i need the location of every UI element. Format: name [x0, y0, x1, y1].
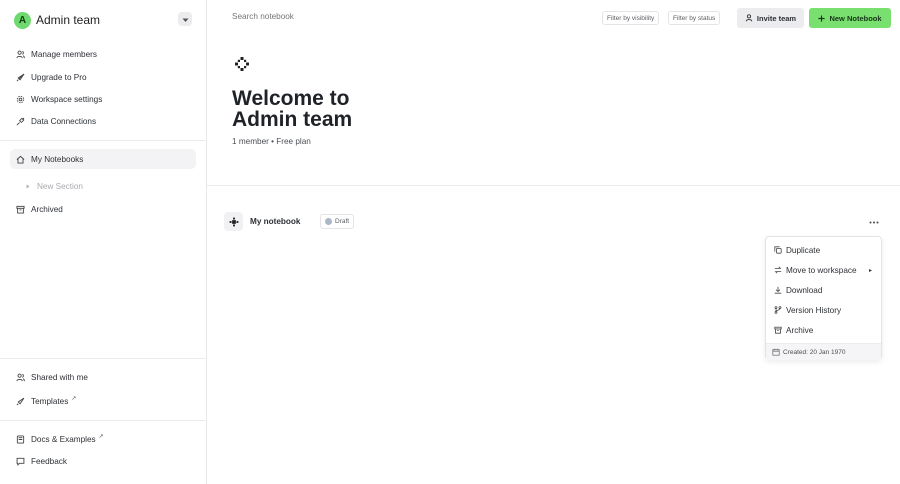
- status-badge: Draft: [320, 214, 355, 229]
- rocket-icon: [16, 73, 25, 82]
- workspace-logo-icon: [234, 56, 250, 77]
- user-icon: [745, 14, 753, 22]
- archive-icon: [774, 326, 782, 334]
- invite-team-label: Invite team: [756, 13, 797, 23]
- page-title-line-1: Welcome to: [232, 87, 350, 110]
- sidebar-item-label: Manage members: [31, 49, 97, 59]
- created-date-label: Created: 20 Jan 1970: [783, 348, 846, 356]
- external-link-icon: ↗: [71, 395, 77, 402]
- menu-item-download[interactable]: Download: [766, 281, 881, 299]
- workspace-switcher[interactable]: A Admin team: [14, 11, 194, 29]
- sidebar-item-label: Workspace settings: [31, 94, 103, 104]
- users-icon: [16, 373, 25, 382]
- submenu-arrow-icon: ▸: [868, 267, 872, 274]
- menu-item-label: Duplicate: [786, 245, 821, 255]
- status-badge-label: Draft: [335, 218, 350, 225]
- rocket-icon: [16, 397, 25, 406]
- menu-item-version-history[interactable]: Version History: [766, 301, 881, 319]
- sidebar-item-my-notebooks[interactable]: My Notebooks: [10, 149, 196, 169]
- sidebar-item-label: Docs & Examples: [31, 434, 96, 444]
- menu-item-label: Archive: [786, 325, 814, 335]
- more-options-button[interactable]: [867, 215, 881, 227]
- chat-icon: [16, 457, 25, 466]
- sidebar-item-templates[interactable]: Templates ↗: [10, 391, 196, 411]
- new-notebook-label: New Notebook: [829, 13, 882, 23]
- download-icon: [774, 286, 782, 294]
- sidebar-item-label: Data Connections: [31, 116, 97, 126]
- filter-status-button[interactable]: Filter by status: [668, 11, 721, 25]
- sidebar: A Admin team Manage members Upgrade to P…: [0, 0, 207, 484]
- new-notebook-button[interactable]: New Notebook: [809, 8, 891, 28]
- external-link-icon: ↗: [98, 433, 104, 440]
- copy-icon: [774, 246, 782, 254]
- sidebar-item-label: New Section: [37, 181, 83, 191]
- users-icon: [16, 50, 25, 59]
- archive-icon: [16, 205, 25, 214]
- filter-visibility-button[interactable]: Filter by visibility: [602, 11, 660, 25]
- sidebar-divider: [0, 140, 206, 141]
- workspace-avatar: A: [14, 11, 31, 29]
- sidebar-item-label: My Notebooks: [31, 154, 84, 164]
- invite-team-button[interactable]: Invite team: [737, 8, 804, 28]
- sidebar-item-data-connections[interactable]: Data Connections: [10, 111, 196, 131]
- page-title-line-2: Admin team: [232, 108, 353, 131]
- sidebar-item-workspace-settings[interactable]: Workspace settings: [10, 89, 196, 109]
- menu-item-archive[interactable]: Archive: [766, 321, 881, 339]
- sidebar-item-label: Archived: [31, 204, 63, 214]
- menu-item-move-to-workspace[interactable]: Move to workspace ▸: [766, 261, 881, 279]
- workspace-dropdown-button[interactable]: [178, 12, 192, 26]
- sidebar-item-docs-examples[interactable]: Docs & Examples ↗: [10, 429, 196, 449]
- menu-item-label: Version History: [786, 305, 842, 315]
- menu-item-duplicate[interactable]: Duplicate: [766, 241, 881, 259]
- sidebar-item-new-section[interactable]: New Section: [10, 176, 196, 196]
- notebook-context-menu: Duplicate Move to workspace ▸ Download V…: [765, 236, 882, 360]
- home-icon: [16, 155, 25, 164]
- created-date: Created: 20 Jan 1970: [766, 343, 881, 360]
- menu-item-label: Download: [786, 285, 823, 295]
- search-input[interactable]: [232, 12, 432, 21]
- notebook-icon: [224, 212, 243, 231]
- app-root: A Admin team Manage members Upgrade to P…: [0, 0, 900, 484]
- book-icon: [16, 434, 25, 444]
- ellipsis-icon: [869, 216, 879, 227]
- sidebar-item-shared-with-me[interactable]: Shared with me: [10, 367, 196, 387]
- plus-icon: [818, 14, 826, 22]
- workspace-name: Admin team: [36, 13, 101, 27]
- menu-item-label: Move to workspace: [786, 265, 857, 275]
- calendar-icon: [772, 348, 780, 356]
- sidebar-divider: [0, 420, 206, 421]
- status-dot-icon: [325, 218, 332, 225]
- workspace-meta: 1 member • Free plan: [232, 137, 311, 146]
- sidebar-item-upgrade[interactable]: Upgrade to Pro: [10, 67, 196, 87]
- sidebar-item-manage-members[interactable]: Manage members: [10, 44, 196, 64]
- notebook-title[interactable]: My notebook: [250, 217, 301, 226]
- sidebar-item-label: Templates: [31, 396, 69, 406]
- branch-icon: [774, 306, 782, 314]
- content-divider: [207, 185, 900, 186]
- sidebar-divider: [0, 358, 206, 359]
- sidebar-item-label: Upgrade to Pro: [31, 72, 87, 82]
- gear-icon: [16, 95, 25, 104]
- move-icon: [774, 266, 782, 274]
- top-bar: Filter by visibility Filter by status In…: [207, 0, 900, 36]
- sidebar-item-archived[interactable]: Archived: [10, 199, 196, 219]
- sidebar-item-label: Feedback: [31, 456, 67, 466]
- chevron-down-icon: [182, 10, 189, 28]
- sidebar-item-label: Shared with me: [31, 372, 88, 382]
- chevron-right-icon: [25, 182, 31, 191]
- sidebar-item-feedback[interactable]: Feedback: [10, 451, 196, 471]
- page-title: Welcome to Admin team: [232, 88, 432, 130]
- plug-icon: [16, 117, 25, 126]
